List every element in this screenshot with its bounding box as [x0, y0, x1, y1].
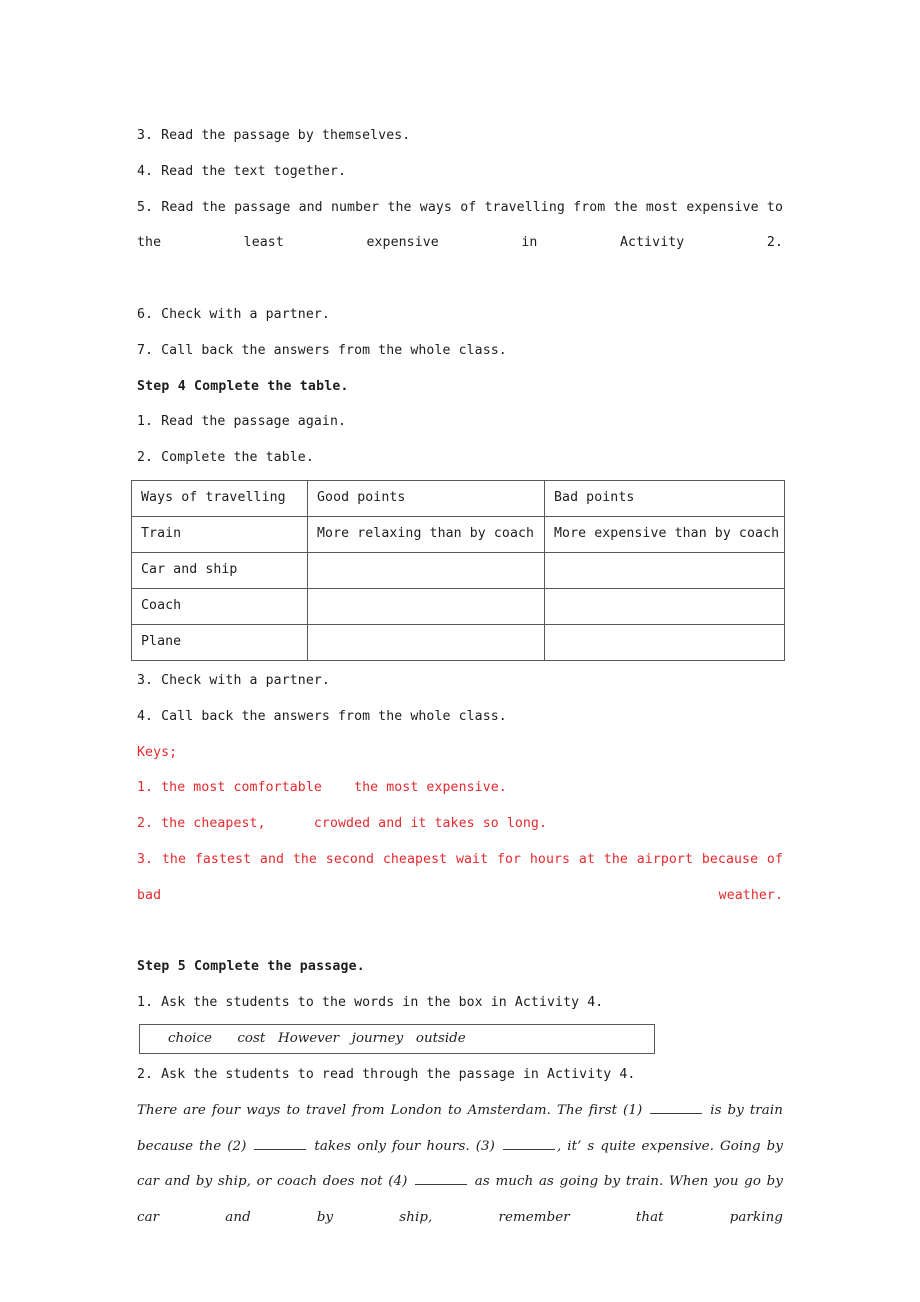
table-header-bad-points: Bad points: [544, 479, 785, 517]
table-cell-good: [307, 587, 545, 625]
table-cell-bad: [544, 587, 785, 625]
table-cell-good: [307, 623, 545, 661]
table-cell-bad: More expensive than by coach: [544, 515, 785, 553]
word-box-words: choice cost However journey outside: [168, 1031, 466, 1047]
table-row: Train More relaxing than by coach More e…: [131, 515, 785, 553]
table-cell-way: Coach: [131, 587, 308, 625]
step-5-heading: Step 5 Complete the passage.: [137, 959, 365, 975]
lesson-step-5: 5. Read the passage and number the ways …: [137, 199, 783, 251]
keys-answer-2: 2. the cheapest, crowded and it takes so…: [137, 816, 548, 832]
blank-3[interactable]: [502, 1136, 555, 1150]
step-4-item-1: 1. Read the passage again.: [137, 414, 347, 430]
passage-part-1: There are four ways to travel from Londo…: [137, 1102, 649, 1118]
step-5-item-1: 1. Ask the students to the words in the …: [137, 995, 604, 1011]
document-page: 3. Read the passage by themselves. 4. Re…: [0, 0, 920, 1302]
ways-of-travelling-table-wrapper: Ways of travelling Good points Bad point…: [131, 479, 785, 661]
table-header-good-points: Good points: [307, 479, 545, 517]
cloze-passage: There are four ways to travel from Londo…: [137, 1093, 783, 1272]
table-cell-way: Plane: [131, 623, 308, 661]
table-header-ways: Ways of travelling: [131, 479, 308, 517]
table-row: Coach: [131, 587, 785, 625]
table-cell-bad: [544, 623, 785, 661]
table-header-row: Ways of travelling Good points Bad point…: [131, 479, 785, 517]
lesson-step-4: 4. Read the text together.: [137, 163, 347, 179]
step-5-item-2: 2. Ask the students to read through the …: [137, 1066, 636, 1082]
step-4-item-2: 2. Complete the table.: [137, 450, 314, 466]
passage-part-3: takes only four hours. (3): [308, 1138, 501, 1154]
table-row: Car and ship: [131, 551, 785, 589]
ways-of-travelling-table: Ways of travelling Good points Bad point…: [131, 479, 785, 661]
blank-1[interactable]: [650, 1100, 703, 1114]
blank-2[interactable]: [254, 1136, 307, 1150]
lesson-step-3: 3. Read the passage by themselves.: [137, 128, 411, 143]
table-cell-good: [307, 551, 545, 589]
blank-4[interactable]: [415, 1171, 468, 1186]
step-4-heading: Step 4 Complete the table.: [137, 378, 349, 394]
lesson-step-7: 7. Call back the answers from the whole …: [137, 342, 507, 358]
table-cell-good: More relaxing than by coach: [307, 515, 545, 553]
lesson-step-6: 6. Check with a partner.: [137, 306, 330, 322]
keys-answer-1: 1. the most comfortable the most expensi…: [137, 780, 507, 796]
table-cell-bad: [544, 551, 785, 589]
step-4-after-item-3: 3. Check with a partner.: [137, 672, 330, 688]
step-4-after-item-4: 4. Call back the answers from the whole …: [137, 708, 507, 724]
document-content: 3. Read the passage by themselves. 4. Re…: [131, 118, 785, 1272]
table-cell-way: Train: [131, 515, 308, 553]
word-box: choice cost However journey outside: [139, 1023, 655, 1054]
keys-answer-3: 3. the fastest and the second cheapest w…: [137, 851, 783, 903]
table-cell-way: Car and ship: [131, 551, 308, 589]
keys-label: Keys;: [137, 744, 178, 760]
table-row: Plane: [131, 623, 785, 661]
